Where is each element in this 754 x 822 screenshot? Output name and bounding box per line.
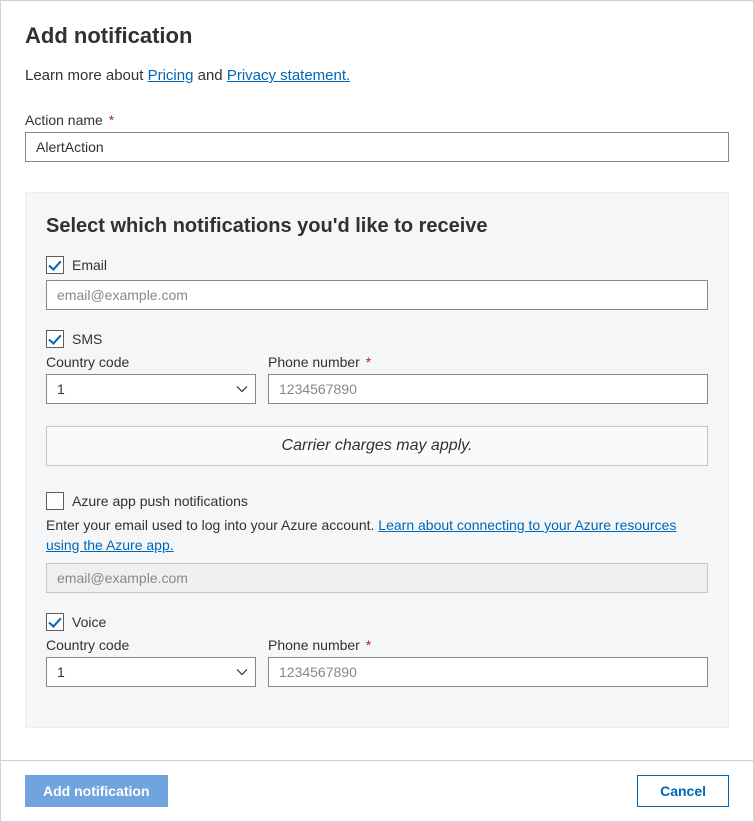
email-section: Email [46, 256, 708, 310]
intro-prefix: Learn more about [25, 67, 148, 84]
privacy-link[interactable]: Privacy statement. [227, 67, 350, 84]
sms-checkbox-label[interactable]: SMS [72, 331, 102, 347]
voice-phone-input[interactable] [268, 657, 708, 687]
voice-country-code-select[interactable] [46, 657, 256, 687]
action-name-label-text: Action name [25, 112, 103, 128]
carrier-notice: Carrier charges may apply. [46, 426, 708, 466]
azure-push-checkbox[interactable] [46, 492, 64, 510]
sms-phone-label: Phone number * [268, 354, 708, 370]
email-checkbox-label[interactable]: Email [72, 257, 107, 273]
notifications-panel: Select which notifications you'd like to… [25, 192, 729, 728]
sms-phone-label-text: Phone number [268, 354, 360, 370]
azure-push-help-prefix: Enter your email used to log into your A… [46, 517, 378, 533]
azure-push-section: Azure app push notifications Enter your … [46, 492, 708, 593]
voice-checkbox[interactable] [46, 613, 64, 631]
required-star-icon: * [366, 637, 371, 653]
panel-heading: Select which notifications you'd like to… [46, 215, 708, 238]
voice-country-code-label: Country code [46, 637, 256, 653]
azure-push-email-input [46, 563, 708, 593]
voice-checkbox-label[interactable]: Voice [72, 614, 106, 630]
email-checkbox[interactable] [46, 256, 64, 274]
azure-push-help: Enter your email used to log into your A… [46, 516, 708, 555]
voice-phone-label-text: Phone number [268, 637, 360, 653]
add-notification-button[interactable]: Add notification [25, 775, 168, 807]
action-name-input[interactable] [25, 132, 729, 162]
intro-and: and [198, 67, 227, 84]
sms-section: SMS Country code Phone number * [46, 330, 708, 466]
azure-push-checkbox-label[interactable]: Azure app push notifications [72, 493, 248, 509]
intro-text: Learn more about Pricing and Privacy sta… [25, 67, 729, 84]
voice-section: Voice Country code Phone number * [46, 613, 708, 687]
sms-checkbox[interactable] [46, 330, 64, 348]
sms-phone-input[interactable] [268, 374, 708, 404]
pricing-link[interactable]: Pricing [148, 67, 194, 84]
action-name-label: Action name * [25, 112, 729, 128]
required-star-icon: * [366, 354, 371, 370]
page-title: Add notification [25, 23, 729, 49]
sms-country-code-label: Country code [46, 354, 256, 370]
cancel-button[interactable]: Cancel [637, 775, 729, 807]
footer: Add notification Cancel [1, 760, 753, 821]
required-star-icon: * [109, 112, 114, 128]
voice-phone-label: Phone number * [268, 637, 708, 653]
email-input[interactable] [46, 280, 708, 310]
sms-country-code-select[interactable] [46, 374, 256, 404]
